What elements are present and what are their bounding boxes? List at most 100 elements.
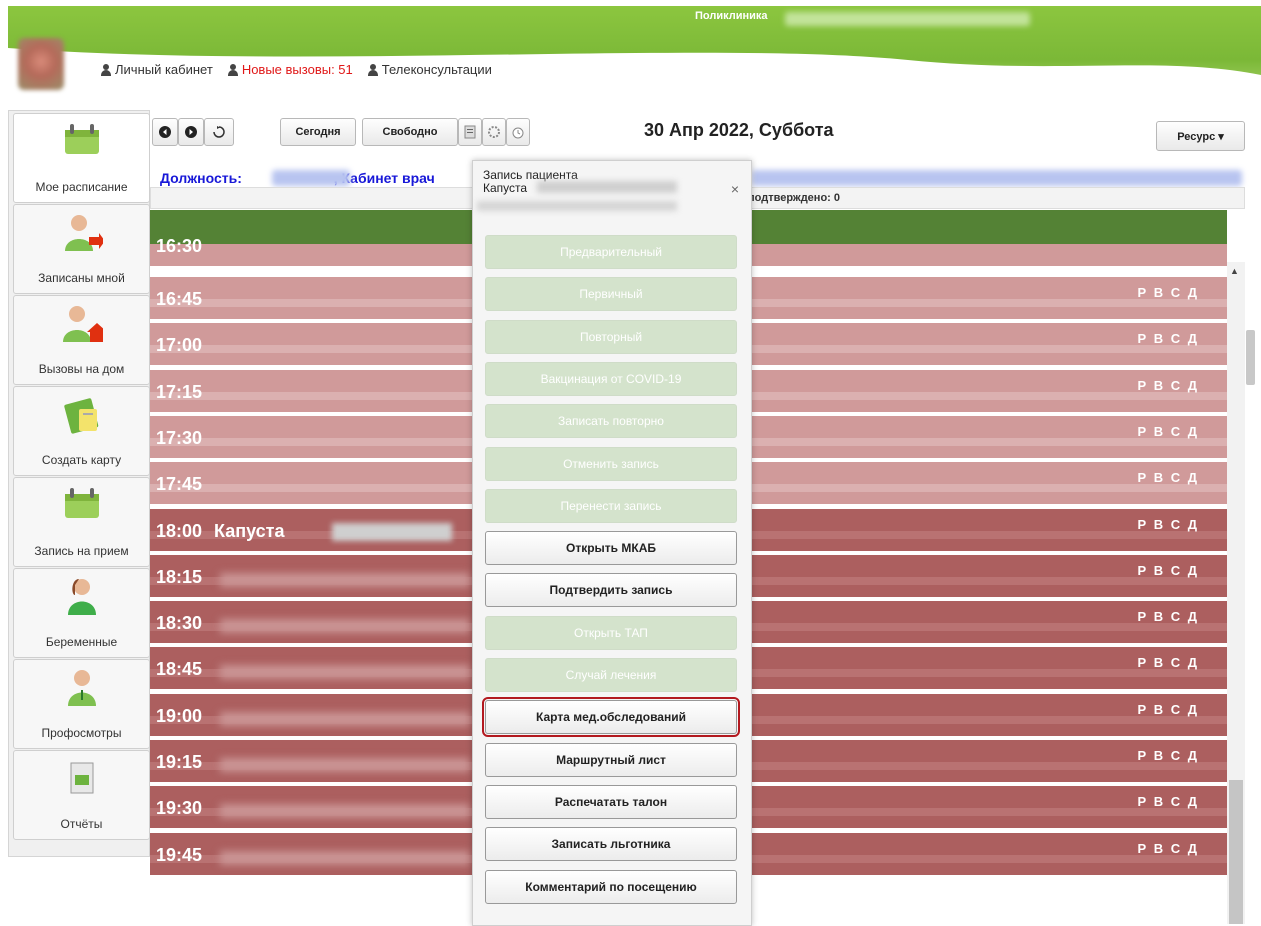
slot-time: 18:30 — [156, 613, 203, 633]
patient-name-redacted — [220, 619, 470, 633]
popup-action-button: Открыть ТАП — [485, 616, 737, 650]
free-button[interactable]: Свободно — [362, 118, 458, 146]
slot-rvsd-labels[interactable]: Р В С Д — [1137, 331, 1199, 346]
slot-rvsd-labels[interactable]: Р В С Д — [1137, 285, 1199, 300]
slot-time: 18:45 — [156, 659, 203, 679]
sidebar-item-label: Вызовы на дом — [38, 362, 125, 376]
slot-time: 16:45 — [156, 289, 203, 309]
prev-button[interactable] — [152, 118, 178, 146]
toolbar: Сегодня Свободно 30 Апр 2022, Суббота Ре… — [152, 118, 1252, 151]
slot-rvsd-labels[interactable]: Р В С Д — [1137, 563, 1199, 578]
patient-name-redacted — [220, 804, 470, 818]
slot-rvsd-labels[interactable]: Р В С Д — [1137, 702, 1199, 717]
slot-time: 18:00 — [156, 521, 203, 541]
popup-action-button: Перенести запись — [485, 489, 737, 523]
popup-action-button[interactable]: Комментарий по посещению — [485, 870, 737, 904]
patient-name-redacted — [220, 665, 470, 679]
slot-rvsd-labels[interactable]: Р В С Д — [1137, 794, 1199, 809]
patient-name-redacted — [220, 851, 470, 865]
popup-action-button[interactable]: Маршрутный лист — [485, 743, 737, 777]
slot-rvsd-labels[interactable]: Р В С Д — [1137, 470, 1199, 485]
sidebar-item-reports[interactable]: Отчёты — [13, 750, 150, 840]
popup-action-button: Отменить запись — [485, 447, 737, 481]
patient-name-redacted — [220, 758, 470, 772]
sidebar: Мое расписание Записаны мной Вызовы на д… — [8, 110, 150, 857]
resource-dropdown[interactable]: Ресурс ▾ — [1156, 121, 1245, 151]
slot-rvsd-labels[interactable]: Р В С Д — [1137, 748, 1199, 763]
next-button[interactable] — [178, 118, 204, 146]
page-scrollbar-thumb[interactable] — [1246, 330, 1255, 385]
sidebar-item-appointment[interactable]: Запись на прием — [13, 477, 150, 567]
list-icon — [464, 125, 476, 139]
patient-name-redacted — [220, 712, 470, 726]
schedule-scrollbar-thumb[interactable] — [1229, 780, 1243, 924]
slot-time: 19:00 — [156, 706, 203, 726]
slot-patient-name: Капуста — [214, 521, 285, 541]
sidebar-item-label: Записаны мной — [38, 271, 125, 285]
medical-card-icon — [63, 398, 98, 434]
patient-details-redacted — [477, 201, 677, 211]
sidebar-item-pregnant[interactable]: Беременные — [13, 568, 150, 658]
alarm-button[interactable] — [506, 118, 530, 146]
patient-appointment-popup: Запись пациента Капуста × Предварительны… — [472, 160, 752, 926]
slot-time: 17:00 — [156, 335, 203, 355]
refresh-button[interactable] — [204, 118, 234, 146]
slot-rvsd-labels[interactable]: Р В С Д — [1137, 655, 1199, 670]
slot-rvsd-labels[interactable]: Р В С Д — [1137, 378, 1199, 393]
top-links: Личный кабинет Новые вызовы: 51 Телеконс… — [100, 62, 492, 77]
cabinet-redacted — [752, 170, 1242, 186]
slot-rvsd-labels[interactable]: Р В С Д — [1137, 517, 1199, 532]
settings-button[interactable] — [482, 118, 506, 146]
new-calls-link[interactable]: Новые вызовы: 51 — [227, 62, 353, 77]
person-icon — [100, 63, 112, 76]
slot-time: 19:30 — [156, 798, 203, 818]
patient-name-redacted — [220, 573, 470, 587]
popup-action-button[interactable]: Записать льготника — [485, 827, 737, 861]
popup-action-button[interactable]: Распечатать талон — [485, 785, 737, 819]
list-view-button[interactable] — [458, 118, 482, 146]
slot-rvsd-labels[interactable]: Р В С Д — [1137, 609, 1199, 624]
popup-action-button[interactable]: Карта мед.обследований — [482, 697, 740, 737]
popup-action-button: Первичный — [485, 277, 737, 311]
confirmed-count: подтверждено: 0 — [748, 192, 840, 204]
doctor-arrow-icon — [64, 215, 103, 251]
popup-action-button: Предварительный — [485, 235, 737, 269]
slot-time: 19:15 — [156, 752, 203, 772]
teleconsultations-link[interactable]: Телеконсультации — [367, 62, 492, 77]
slot-time: 17:15 — [156, 382, 203, 402]
arrow-right-icon — [185, 126, 197, 138]
slot-time: 19:45 — [156, 845, 203, 865]
sidebar-item-create-card[interactable]: Создать карту — [13, 386, 150, 476]
sidebar-item-checkups[interactable]: Профосмотры — [13, 659, 150, 749]
slot-rvsd-labels[interactable]: Р В С Д — [1137, 424, 1199, 439]
close-icon[interactable]: × — [731, 181, 739, 197]
sidebar-item-my-schedule[interactable]: Мое расписание — [13, 113, 150, 203]
doctor-icon — [67, 670, 96, 706]
popup-action-button[interactable]: Открыть МКАБ — [485, 531, 737, 565]
slot-time: 17:45 — [156, 474, 203, 494]
patient-name-redacted — [537, 181, 677, 193]
patient-name-redacted — [332, 523, 452, 541]
pregnant-icon — [67, 579, 96, 615]
scroll-up-icon[interactable]: ▲ — [1230, 266, 1239, 276]
popup-action-button: Записать повторно — [485, 404, 737, 438]
slot-time: 18:15 — [156, 567, 203, 587]
doctor-house-icon — [62, 306, 103, 342]
clinic-name-redacted — [785, 12, 1030, 26]
link-label: Телеконсультации — [381, 62, 492, 77]
calendar-icon — [64, 488, 99, 518]
position-label: Должность: — [160, 170, 242, 186]
sidebar-item-label: Запись на прием — [34, 544, 129, 558]
gear-icon — [488, 126, 500, 138]
today-button[interactable]: Сегодня — [280, 118, 356, 146]
report-icon — [70, 762, 93, 794]
person-icon — [227, 63, 239, 76]
logo-avatar — [18, 38, 64, 90]
personal-cabinet-link[interactable]: Личный кабинет — [100, 62, 213, 77]
popup-action-button[interactable]: Подтвердить запись — [485, 573, 737, 607]
popup-action-button: Вакцинация от COVID-19 — [485, 362, 737, 396]
sidebar-item-booked-by-me[interactable]: Записаны мной — [13, 204, 150, 294]
slot-rvsd-labels[interactable]: Р В С Д — [1137, 841, 1199, 856]
sidebar-item-home-calls[interactable]: Вызовы на дом — [13, 295, 150, 385]
sidebar-item-label: Беременные — [45, 635, 118, 649]
